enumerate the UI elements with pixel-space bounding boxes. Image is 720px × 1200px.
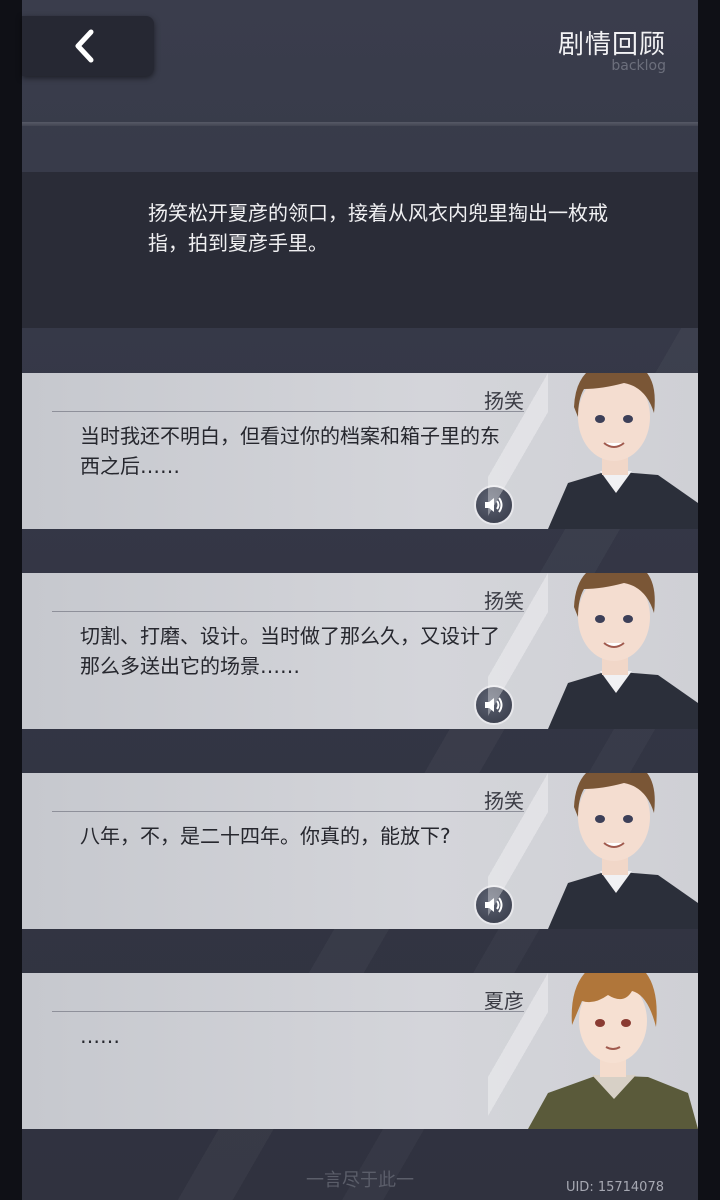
dialogue-text: 当时我还不明白，但看过你的档案和箱子里的东西之后……: [80, 424, 500, 478]
chevron-left-icon: [75, 29, 94, 63]
dialogue-entry: 扬笑 当时我还不明白，但看过你的档案和箱子里的东西之后……: [22, 373, 698, 529]
dialogue-entry: 夏彦 ……: [22, 973, 698, 1129]
page-title: 剧情回顾: [557, 30, 666, 60]
character-portrait: [548, 773, 698, 929]
speaker-icon: [485, 897, 503, 913]
speaker-icon: [485, 497, 503, 513]
speaker-icon: [485, 697, 503, 713]
dialogue-text: 切割、打磨、设计。当时做了那么久，又设计了那么多送出它的场景……: [80, 624, 500, 678]
speaker-divider: [52, 1011, 524, 1012]
narration-entry: 扬笑松开夏彦的领口，接着从风衣内兜里掏出一枚戒指，拍到夏彦手里。: [22, 172, 698, 328]
character-portrait: [548, 573, 698, 729]
speaker-divider: [52, 611, 524, 612]
speaker-divider: [52, 411, 524, 412]
narration-text: 扬笑松开夏彦的领口，接着从风衣内兜里掏出一枚戒指，拍到夏彦手里。: [148, 201, 608, 255]
character-portrait: [548, 373, 698, 529]
user-id-label: UID: 15714078: [565, 1180, 664, 1195]
voice-play-button[interactable]: [474, 685, 514, 725]
voice-play-button[interactable]: [474, 885, 514, 925]
speaker-name: 夏彦: [484, 989, 524, 1013]
page-subtitle: backlog: [611, 58, 666, 74]
dialogue-text: ……: [80, 1024, 120, 1048]
header-divider: [22, 122, 698, 126]
back-button[interactable]: [22, 16, 154, 76]
dialogue-entry: 扬笑 切割、打磨、设计。当时做了那么久，又设计了那么多送出它的场景……: [22, 573, 698, 729]
dialogue-text: 八年，不，是二十四年。你真的，能放下?: [80, 824, 451, 848]
dialogue-entry: 扬笑 八年，不，是二十四年。你真的，能放下?: [22, 773, 698, 929]
speaker-name: 扬笑: [484, 789, 524, 813]
character-portrait: [528, 973, 698, 1129]
voice-play-button[interactable]: [474, 485, 514, 525]
speaker-name: 扬笑: [484, 389, 524, 413]
backlog-screen: 剧情回顾 backlog 扬笑松开夏彦的领口，接着从风衣内兜里掏出一枚戒指，拍到…: [0, 0, 720, 1200]
speaker-name: 扬笑: [484, 589, 524, 613]
speaker-divider: [52, 811, 524, 812]
